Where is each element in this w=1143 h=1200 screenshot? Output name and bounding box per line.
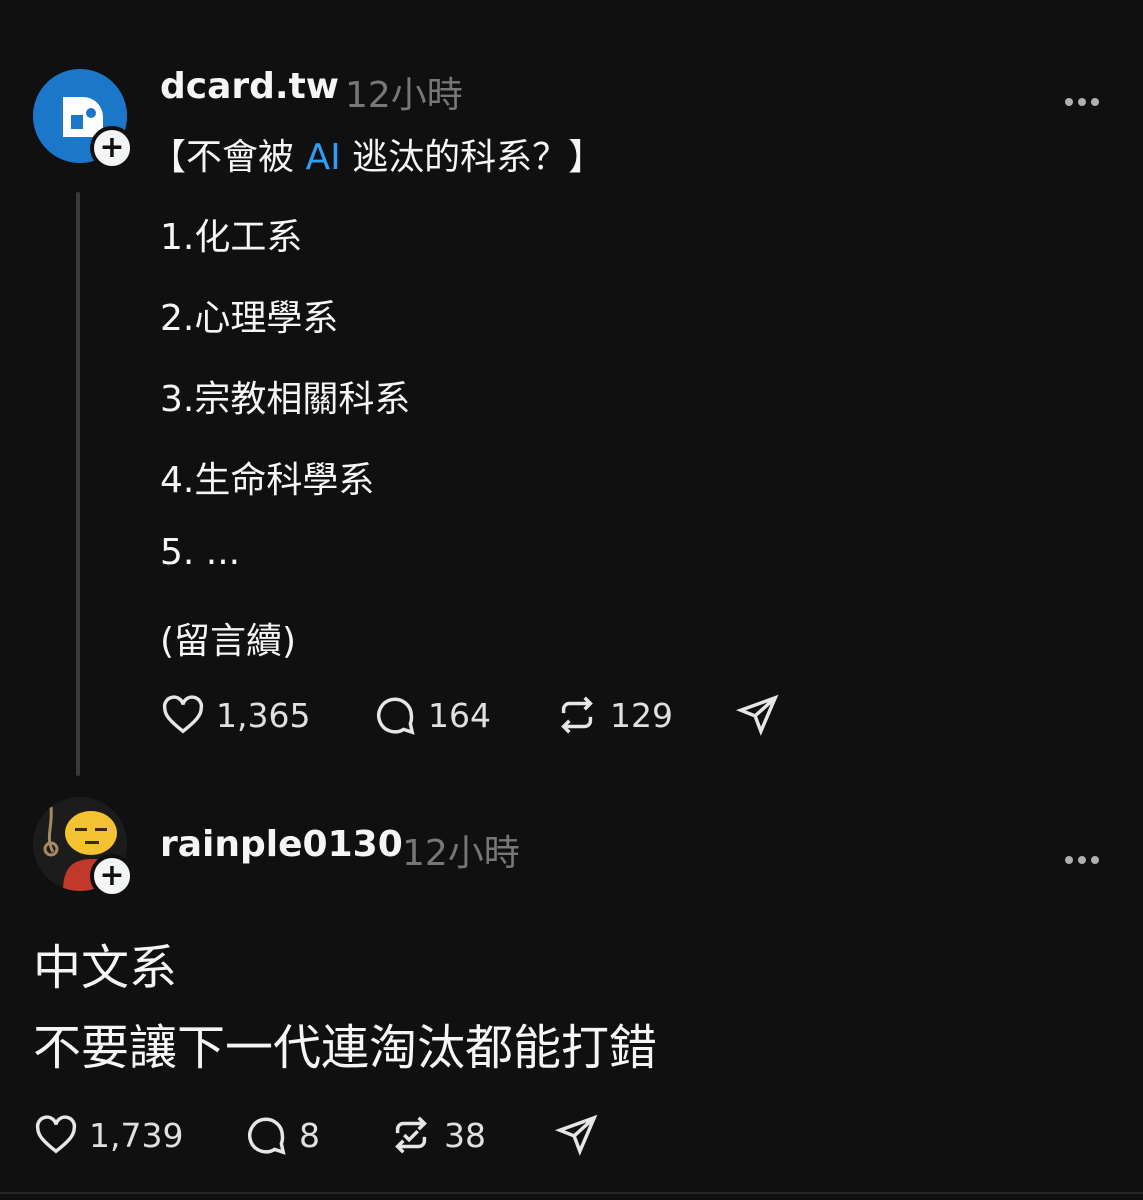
heart-icon [35, 1115, 77, 1154]
reply-comment-count: 8 [299, 1115, 320, 1155]
reply-timestamp: 12小時 [402, 833, 520, 874]
repost-check-icon [395, 1116, 427, 1154]
post-comment-count: 164 [428, 695, 491, 735]
reply-like-button[interactable]: 1,739 [33, 1112, 183, 1158]
post-repost-button[interactable]: 129 [554, 692, 673, 738]
repost-icon [561, 696, 593, 734]
post-title-ai[interactable]: AI [305, 137, 340, 178]
comment-icon [377, 697, 415, 735]
share-icon [554, 1114, 598, 1156]
post-like-count: 1,365 [216, 695, 311, 735]
post-line: 1.化工系 [160, 217, 303, 258]
thread-connector-line [76, 192, 80, 776]
post-comment-button[interactable]: 164 [372, 692, 491, 738]
post-line: 3.宗教相關科系 [160, 379, 411, 420]
follow-plus-icon[interactable]: + [90, 854, 134, 898]
share-icon [735, 694, 779, 736]
post-line: 5. ... [160, 532, 241, 573]
reply-share-button[interactable] [554, 1112, 600, 1158]
post-line: 4.生命科學系 [160, 460, 375, 501]
follow-plus-icon[interactable]: + [90, 126, 134, 170]
comment-icon [248, 1117, 286, 1155]
reply-comment-button[interactable]: 8 [243, 1112, 320, 1158]
post-title: 【不會被 AI 逃汰的科系？】 [150, 128, 604, 180]
reply-repost-button[interactable]: 38 [388, 1112, 486, 1158]
reply-username[interactable]: rainple0130 [160, 824, 403, 865]
post-like-button[interactable]: 1,365 [160, 692, 310, 738]
post-line: (留言續) [160, 621, 297, 662]
reply-line: 中文系 [33, 940, 178, 996]
post-timestamp: 12小時 [345, 75, 463, 116]
post-title-suffix: 逃汰的科系？】 [340, 137, 605, 178]
reply-like-count: 1,739 [89, 1115, 184, 1155]
reply-more-icon[interactable] [1062, 838, 1101, 871]
reply-line: 不要讓下一代連淘汰都能打錯 [33, 1020, 658, 1076]
post-username[interactable]: dcard.tw [160, 66, 339, 107]
post-title-prefix: 【不會被 [150, 137, 306, 178]
post-line: 2.心理學系 [160, 298, 339, 339]
post-repost-count: 129 [610, 695, 673, 735]
bottom-divider [0, 1192, 1143, 1194]
post-share-button[interactable] [735, 692, 781, 738]
post-more-icon[interactable] [1062, 80, 1101, 113]
reply-repost-count: 38 [444, 1115, 486, 1155]
heart-icon [162, 695, 204, 734]
